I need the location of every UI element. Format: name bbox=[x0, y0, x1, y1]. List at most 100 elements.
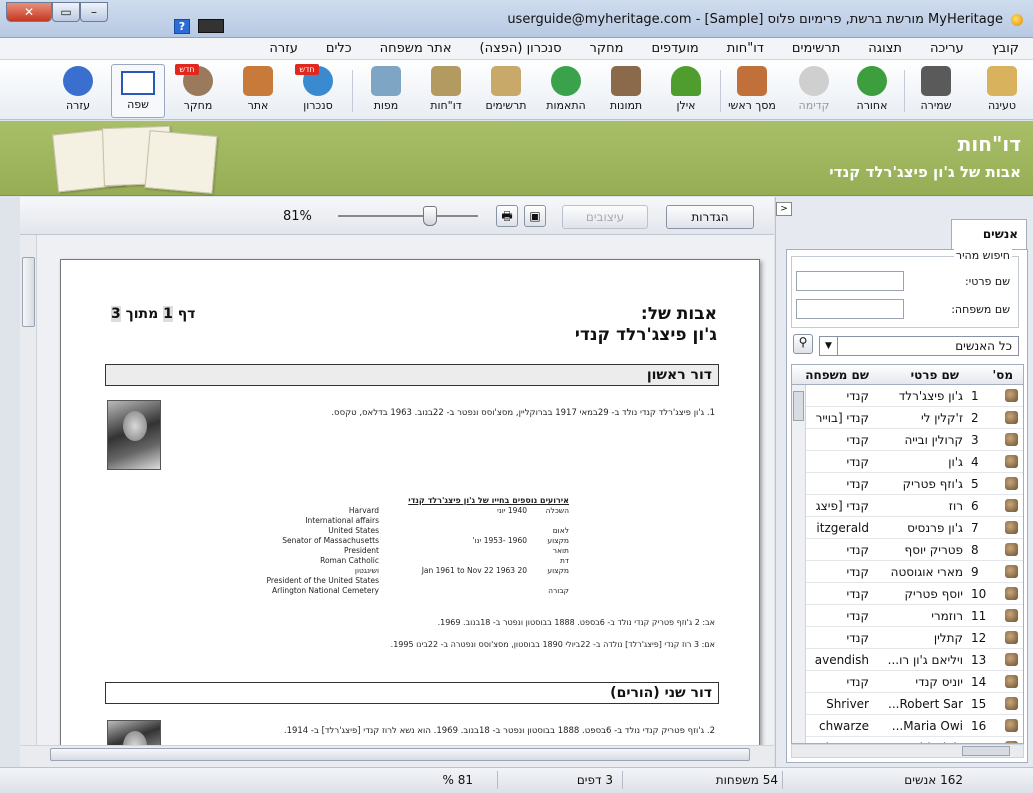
scrollbar-thumb[interactable] bbox=[793, 391, 804, 421]
family-site-label: אתר bbox=[247, 99, 269, 112]
close-button[interactable]: ✕ bbox=[6, 2, 52, 22]
col-last-name[interactable]: שם משפחה bbox=[805, 368, 869, 382]
back-label: אחורה bbox=[856, 99, 888, 112]
menu-file[interactable]: קובץ bbox=[992, 41, 1019, 56]
table-row[interactable]: 16 Maria Owi... chwarze bbox=[792, 715, 1023, 737]
menu-tools[interactable]: כלים bbox=[326, 41, 352, 56]
table-scrollbar[interactable] bbox=[792, 385, 806, 743]
row-first-name: Robert Sar... bbox=[888, 697, 963, 711]
back-button[interactable]: אחורה bbox=[845, 64, 899, 118]
person-icon bbox=[1005, 697, 1018, 710]
matches-button[interactable]: התאמות bbox=[539, 64, 593, 118]
charts-button[interactable]: תרשימים bbox=[479, 64, 533, 118]
reports-button[interactable]: דו"חות bbox=[419, 64, 473, 118]
collapse-panel-button[interactable]: > bbox=[776, 202, 792, 216]
minimize-button[interactable]: – bbox=[80, 2, 108, 22]
table-row[interactable]: 14 יוניס קנדי קנדי bbox=[792, 671, 1023, 693]
reports-label: דו"חות bbox=[430, 99, 462, 112]
row-last-name: קנדי [פיצג bbox=[815, 499, 869, 513]
load-button[interactable]: טעינה bbox=[975, 64, 1029, 118]
tab-people[interactable]: אנשים bbox=[951, 219, 1027, 249]
table-row[interactable]: 2 ז'קלין לי קנדי [בוייר bbox=[792, 407, 1023, 429]
row-first-name: ג'ון פיצג'רלד bbox=[898, 389, 963, 403]
styles-button[interactable]: עיצובים bbox=[562, 205, 648, 229]
save-report-button[interactable]: ▣ bbox=[524, 205, 546, 227]
zoom-slider[interactable] bbox=[338, 206, 478, 226]
search-button[interactable]: ⚲ bbox=[793, 334, 813, 354]
first-name-input[interactable] bbox=[796, 271, 904, 291]
table-row[interactable]: 12 קתלין קנדי bbox=[792, 627, 1023, 649]
report-heading-line1: אבות של: bbox=[640, 304, 717, 324]
person-icon bbox=[1005, 587, 1018, 600]
menu-reports[interactable]: דו"חות bbox=[727, 41, 764, 56]
table-row[interactable]: 1 ג'ון פיצג'רלד קנדי bbox=[792, 385, 1023, 407]
table-row[interactable]: 6 רוז קנדי [פיצג bbox=[792, 495, 1023, 517]
horizontal-scrollbar[interactable] bbox=[20, 745, 774, 763]
research-button[interactable]: חדש מחקר bbox=[171, 64, 225, 118]
table-row[interactable]: 11 רוזמרי קנדי bbox=[792, 605, 1023, 627]
sync-button[interactable]: חדש סנכרון bbox=[291, 64, 345, 118]
row-first-name: פטריק יוסף bbox=[904, 543, 963, 557]
person-icon bbox=[1005, 499, 1018, 512]
row-first-name: יוניס קנדי bbox=[915, 675, 963, 689]
tab-people-label: אנשים bbox=[982, 227, 1018, 241]
row-last-name: קנדי bbox=[846, 433, 869, 447]
scrollbar-thumb[interactable] bbox=[962, 746, 1010, 756]
vertical-scrollbar[interactable] bbox=[20, 235, 37, 745]
table-row[interactable]: 8 פטריק יוסף קנדי bbox=[792, 539, 1023, 561]
tree-button[interactable]: אילן bbox=[659, 64, 713, 118]
person-icon bbox=[1005, 631, 1018, 644]
family-site-button[interactable]: אתר bbox=[231, 64, 285, 118]
load-label: טעינה bbox=[987, 99, 1017, 112]
menu-help[interactable]: עזרה bbox=[269, 41, 297, 56]
forward-button[interactable]: קדימה bbox=[787, 64, 841, 118]
person-icon bbox=[1005, 521, 1018, 534]
table-row[interactable]: 7 ג'ון פרנסיס itzgerald bbox=[792, 517, 1023, 539]
table-row[interactable]: 17Arnold Aloischwarze bbox=[792, 737, 1023, 743]
person-photo bbox=[107, 720, 161, 745]
table-row[interactable]: 3 קרולין ובייה קנדי bbox=[792, 429, 1023, 451]
banner-subtitle: אבות של ג'ון פיצג'רלד קנדי bbox=[829, 163, 1021, 181]
new-badge: חדש bbox=[175, 64, 199, 75]
menu-edit[interactable]: עריכה bbox=[930, 41, 964, 56]
menu-sync[interactable]: סנכרון (הפצה) bbox=[480, 41, 562, 56]
table-row[interactable]: 15 Robert Sar... Shriver bbox=[792, 693, 1023, 715]
row-first-name: רוזמרי bbox=[931, 609, 963, 623]
filter-dropdown[interactable]: כל האנשים ▼ bbox=[819, 336, 1019, 356]
fact-type: תואר bbox=[552, 546, 569, 555]
col-first-name[interactable]: שם פרטי bbox=[911, 368, 959, 382]
fact-value: Harvard bbox=[348, 506, 379, 515]
table-row[interactable]: 9 מארי אוגוסטה קנדי bbox=[792, 561, 1023, 583]
menu-research[interactable]: מחקר bbox=[590, 41, 624, 56]
save-button[interactable]: שמירה bbox=[909, 64, 963, 118]
maps-button[interactable]: מפות bbox=[359, 64, 413, 118]
table-row[interactable]: 5 ג'וזף פטריק קנדי bbox=[792, 473, 1023, 495]
maximize-button[interactable]: ▭ bbox=[52, 2, 80, 22]
row-first-name: קתלין bbox=[933, 631, 963, 645]
research-label: מחקר bbox=[183, 99, 213, 112]
table-row[interactable]: 10 יוסף פטריק קנדי bbox=[792, 583, 1023, 605]
matches-icon bbox=[551, 66, 581, 96]
help-button[interactable]: עזרה bbox=[51, 64, 105, 118]
photos-button[interactable]: תמונות bbox=[599, 64, 653, 118]
zoom-slider-handle[interactable] bbox=[423, 206, 437, 226]
language-button[interactable]: שפה bbox=[111, 64, 165, 118]
language-label: שפה bbox=[127, 98, 149, 111]
last-name-input[interactable] bbox=[796, 299, 904, 319]
home-button[interactable]: מסך ראשי bbox=[725, 64, 779, 118]
menu-view[interactable]: תצוגה bbox=[868, 41, 902, 56]
table-row[interactable]: 13 ויליאם ג'ון רו... avendish bbox=[792, 649, 1023, 671]
table-row[interactable]: 4 ג'ון קנדי bbox=[792, 451, 1023, 473]
settings-button[interactable]: הגדרות bbox=[666, 205, 754, 229]
table-horizontal-scrollbar[interactable] bbox=[791, 744, 1024, 758]
window-title: MyHeritage מורשת ברשת, פרימיום פלוס [Sam… bbox=[507, 12, 1003, 27]
keyboard-icon[interactable] bbox=[198, 19, 224, 33]
menu-charts[interactable]: תרשימים bbox=[792, 41, 840, 56]
scrollbar-thumb[interactable] bbox=[50, 748, 750, 761]
menu-favorites[interactable]: מועדפים bbox=[651, 41, 698, 56]
col-num[interactable]: מס' bbox=[992, 368, 1013, 382]
scrollbar-thumb[interactable] bbox=[22, 257, 35, 327]
help-icon[interactable]: ? bbox=[174, 19, 190, 34]
menu-family-site[interactable]: אתר משפחה bbox=[380, 41, 452, 56]
print-button[interactable]: 🖶 bbox=[496, 205, 518, 227]
